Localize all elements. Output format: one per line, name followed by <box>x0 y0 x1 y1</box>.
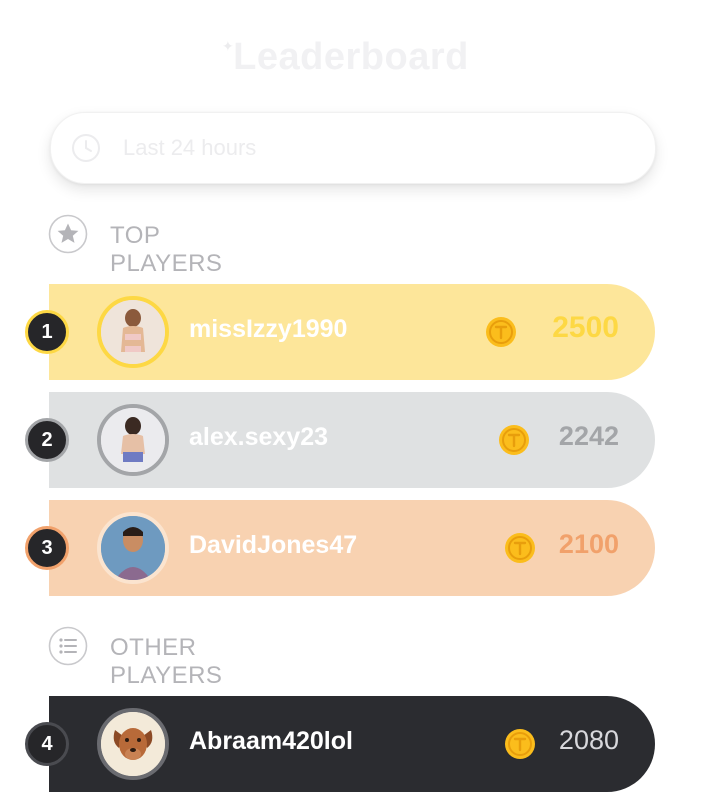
star-icon <box>48 214 88 254</box>
player-score: 2500 <box>552 311 619 344</box>
avatar <box>97 404 169 476</box>
leaderboard-row-3[interactable]: 3 DavidJones47 2100 <box>25 500 655 596</box>
time-filter-dropdown[interactable]: Last 24 hours <box>50 112 656 184</box>
player-username: alex.sexy23 <box>189 423 329 451</box>
section-top-players-label: TOP PLAYERS <box>110 222 223 277</box>
avatar <box>97 512 169 584</box>
avatar <box>97 708 169 780</box>
page-title: ✦ Leaderboard <box>0 36 702 79</box>
clock-icon <box>72 134 100 162</box>
leaderboard-row-1[interactable]: 1 missIzzy1990 2500 <box>25 284 655 380</box>
section-other-players-label: OTHER PLAYERS <box>110 634 223 689</box>
rank-badge: 2 <box>25 418 69 462</box>
sparkle-icon: ✦ <box>222 38 235 54</box>
coin-icon <box>505 729 535 759</box>
page-title-text: Leaderboard <box>233 36 469 78</box>
list-icon <box>48 626 88 666</box>
player-score: 2100 <box>558 529 619 559</box>
leaderboard-row-2[interactable]: 2 alex.sexy23 2242 <box>25 392 655 488</box>
player-username: Abraam420lol <box>189 727 353 755</box>
rank-badge: 4 <box>25 722 69 766</box>
player-username: DavidJones47 <box>189 531 358 559</box>
player-score: 2080 <box>558 725 619 755</box>
time-filter-label: Last 24 hours <box>123 135 257 160</box>
rank-badge: 3 <box>25 526 69 570</box>
leaderboard-row-4[interactable]: 4 Abraam420lol 2080 <box>25 696 655 792</box>
coin-icon <box>499 425 529 455</box>
rank-badge: 1 <box>25 310 69 354</box>
player-username: missIzzy1990 <box>189 315 348 343</box>
coin-icon <box>505 533 535 563</box>
coin-icon <box>486 317 516 347</box>
avatar <box>97 296 169 368</box>
player-score: 2242 <box>558 421 619 451</box>
